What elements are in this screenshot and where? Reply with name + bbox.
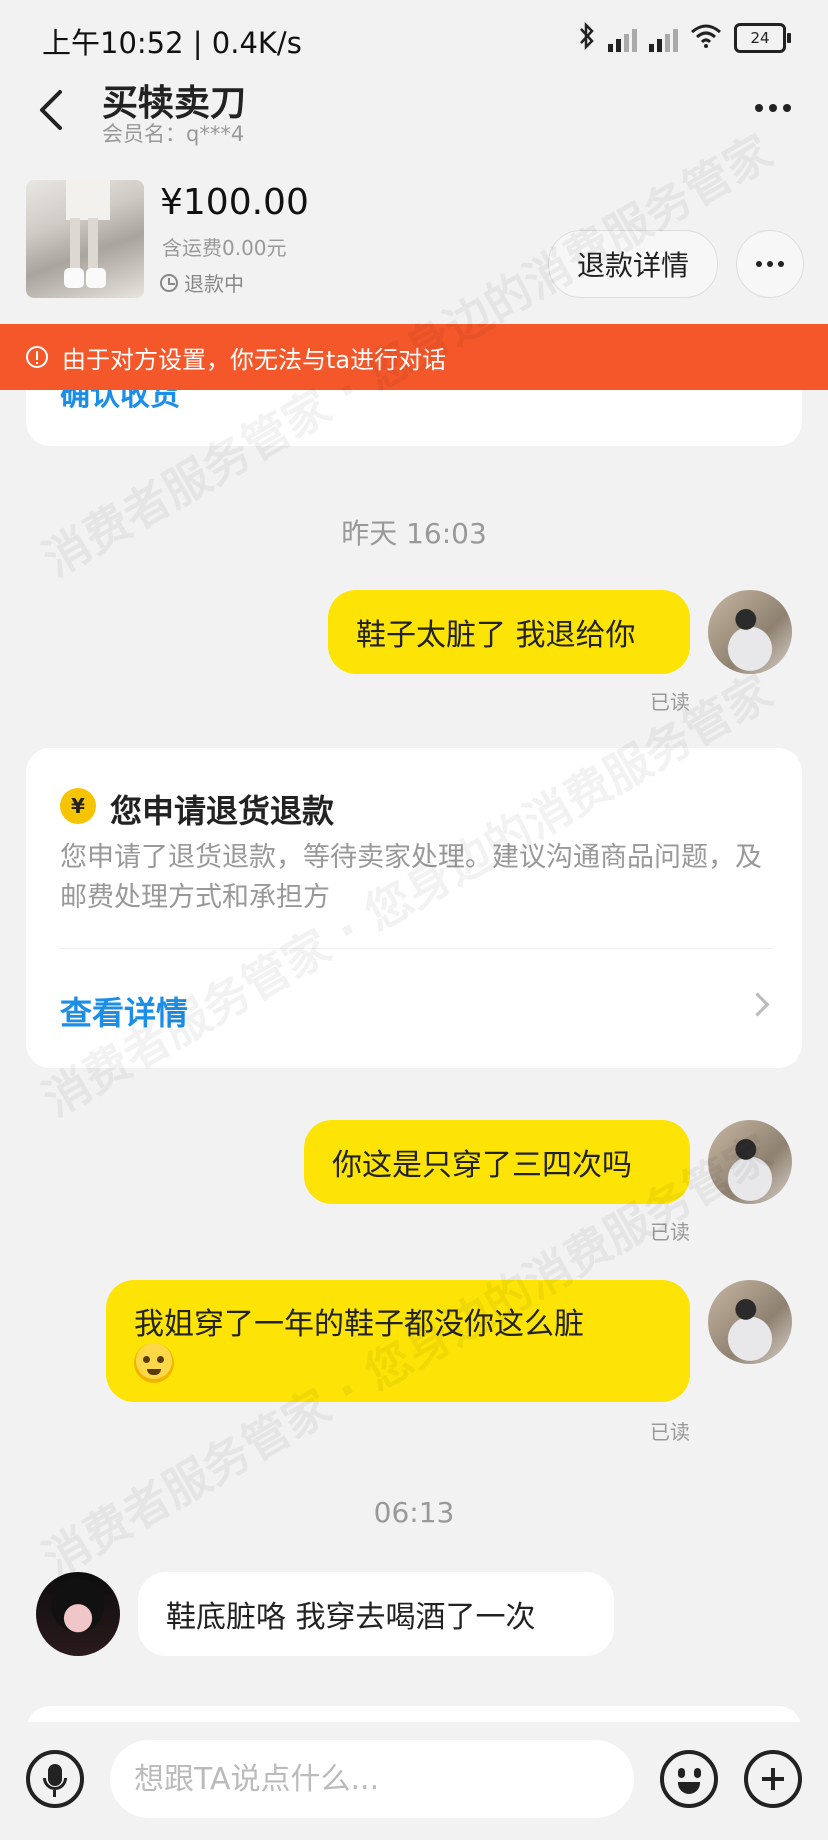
warning-icon: [26, 346, 48, 368]
read-receipt: 已读: [650, 1420, 690, 1444]
view-details-link[interactable]: 查看详情: [60, 988, 188, 1034]
input-bar: [0, 1722, 828, 1840]
bluetooth-icon: [578, 21, 596, 54]
message-bubble-sent[interactable]: 我姐穿了一年的鞋子都没你这么脏: [106, 1280, 690, 1402]
microphone-stand: [43, 1778, 67, 1790]
message-bubble-sent[interactable]: 鞋子太脏了 我退给你: [328, 590, 690, 674]
timestamp: 昨天 16:03: [341, 517, 487, 550]
voice-button[interactable]: [26, 1750, 84, 1808]
avatar[interactable]: [708, 1120, 792, 1204]
divider: [60, 948, 772, 949]
status-bar: 上午10:52 | 0.4K/s 24: [0, 0, 828, 80]
status-time: 上午10:52 | 0.4K/s: [42, 26, 302, 60]
chevron-left-icon: [40, 90, 62, 130]
warning-text: 由于对方设置，你无法与ta进行对话: [62, 345, 447, 374]
read-receipt: 已读: [650, 690, 690, 714]
refund-request-card[interactable]: ¥ 您申请退货退款 您申请了退货退款，等待卖家处理。建议沟通商品问题，及邮费处理…: [26, 748, 802, 1068]
order-status-text: 退款中: [184, 272, 244, 296]
refund-detail-button[interactable]: 退款详情: [548, 230, 718, 298]
read-receipt: 已读: [650, 1220, 690, 1244]
emoji-button[interactable]: [660, 1750, 718, 1808]
add-button[interactable]: [744, 1750, 802, 1808]
smiley-icon: [678, 1768, 685, 1778]
avatar[interactable]: [708, 590, 792, 674]
status-icons: 24: [578, 21, 791, 54]
message-text: 我姐穿了一年的鞋子都没你这么脏: [134, 1307, 584, 1342]
warning-banner: 由于对方设置，你无法与ta进行对话: [0, 324, 828, 390]
signal-2-icon: [649, 24, 678, 52]
signal-1-icon: [608, 24, 637, 52]
battery-icon: 24: [734, 23, 791, 53]
order-status: 退款中: [160, 268, 244, 297]
message-bubble-sent[interactable]: 你这是只穿了三四次吗: [304, 1120, 690, 1204]
clock-icon: [160, 273, 178, 292]
smiley-mouth: [678, 1782, 700, 1794]
sweat-emoji-icon: [134, 1343, 174, 1383]
message-input[interactable]: [110, 1740, 634, 1818]
chevron-right-icon: [745, 992, 770, 1017]
microphone-leg: [53, 1790, 56, 1797]
product-thumbnail[interactable]: [26, 180, 144, 298]
wifi-icon: [690, 23, 722, 53]
refund-card-description: 您申请了退货退款，等待卖家处理。建议沟通商品问题，及邮费处理方式和承担方: [60, 842, 762, 913]
order-more-button[interactable]: [736, 230, 804, 298]
product-image-icon: [64, 180, 110, 288]
order-price: ¥100.00: [160, 182, 309, 223]
avatar[interactable]: [708, 1280, 792, 1364]
timestamp: 06:13: [373, 1496, 455, 1529]
back-button[interactable]: [30, 82, 74, 138]
more-options-button[interactable]: [748, 86, 798, 130]
yen-icon: ¥: [60, 788, 96, 824]
order-shipping: 含运费0.00元: [162, 236, 287, 260]
message-bubble-received[interactable]: 鞋底脏咯 我穿去喝酒了一次: [138, 1572, 614, 1656]
avatar[interactable]: [36, 1572, 120, 1656]
refund-card-title: 您申请退货退款: [110, 792, 335, 830]
member-name: 会员名：q***4: [102, 122, 245, 146]
